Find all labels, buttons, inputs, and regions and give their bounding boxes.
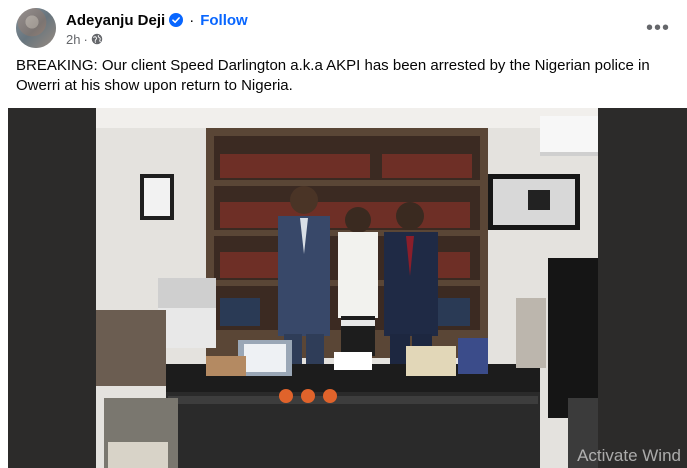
more-options-icon[interactable]: ••• bbox=[644, 14, 672, 42]
post-text-line-1: BREAKING: Our client Speed Darlington a.… bbox=[16, 57, 650, 74]
author-avatar[interactable] bbox=[16, 8, 56, 48]
post-text-line-2: Owerri at his show upon return to Nigeri… bbox=[16, 77, 293, 94]
os-activation-watermark: Activate Wind bbox=[577, 446, 681, 465]
globe-icon bbox=[91, 33, 103, 45]
verified-badge-icon bbox=[169, 13, 184, 27]
post-text: BREAKING: Our client Speed Darlington a.… bbox=[16, 56, 666, 96]
facebook-post-card: Adeyanju Deji · Follow 2h · ••• BREAKING… bbox=[0, 0, 687, 468]
separator-dot: · bbox=[189, 11, 195, 29]
post-meta: 2h · bbox=[66, 31, 103, 47]
post-time[interactable]: 2h bbox=[66, 32, 80, 47]
follow-button[interactable]: Follow bbox=[200, 12, 248, 29]
post-header: Adeyanju Deji · Follow 2h · ••• bbox=[16, 8, 676, 50]
author-name[interactable]: Adeyanju Deji bbox=[66, 12, 165, 29]
author-row: Adeyanju Deji · Follow bbox=[66, 10, 248, 30]
photo-office-scene bbox=[8, 108, 687, 468]
post-photo[interactable]: Activate Wind bbox=[8, 108, 687, 468]
meta-separator: · bbox=[83, 31, 88, 47]
